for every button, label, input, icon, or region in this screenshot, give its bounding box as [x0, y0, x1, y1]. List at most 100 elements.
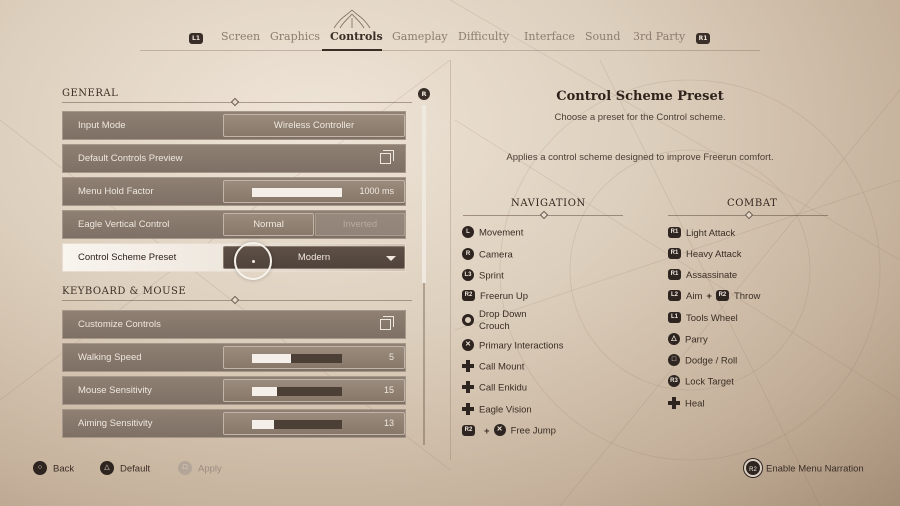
setting-row-input-mode[interactable]: Input Mode Wireless Controller: [62, 111, 406, 140]
binding-label: Light Attack: [686, 228, 736, 240]
tab-difficulty[interactable]: Difficulty: [458, 30, 509, 43]
binding-parry: △ Parry: [668, 333, 708, 347]
menu-hold-factor-slider[interactable]: 1000 ms: [223, 180, 405, 203]
binding-eagle-vision: Eagle Vision: [462, 403, 532, 417]
r1-bumper-icon: R1: [668, 248, 681, 259]
ornament-emblem-icon: [333, 9, 371, 29]
slider-fill: [252, 387, 278, 396]
navigation-header: NAVIGATION: [511, 198, 586, 209]
binding-label: Eagle Vision: [479, 404, 532, 416]
setting-row-mouse-sensitivity[interactable]: Mouse Sensitivity 15: [62, 376, 406, 405]
diamond-ornament-icon: [230, 295, 240, 305]
apply-button[interactable]: □ Apply: [178, 461, 222, 476]
binding-tools-wheel: L1 Tools Wheel: [668, 312, 738, 325]
binding-heal: Heal: [668, 397, 705, 411]
plus-icon: +: [706, 291, 712, 303]
binding-drop-down-crouch: Drop Down Crouch: [462, 309, 527, 333]
binding-light-attack: R1 Light Attack: [668, 227, 736, 240]
setting-label: Menu Hold Factor: [78, 186, 154, 197]
aiming-sensitivity-value: 13: [383, 418, 394, 428]
dpad-icon: [462, 403, 474, 415]
eagle-vertical-inverted-option[interactable]: Inverted: [315, 213, 405, 236]
detail-title: Control Scheme Preset: [556, 89, 724, 104]
r3-button-icon: R3: [668, 375, 680, 387]
binding-label: Free Jump: [510, 425, 556, 437]
walking-speed-slider[interactable]: 5: [223, 346, 405, 369]
menu-hold-factor-value: 1000 ms: [359, 186, 394, 196]
tab-gameplay[interactable]: Gameplay: [392, 30, 448, 43]
setting-label: Customize Controls: [78, 319, 161, 330]
binding-assassinate: R1 Assassinate: [668, 269, 738, 282]
cursor-ring-icon: [234, 242, 272, 280]
default-button[interactable]: △ Default: [100, 461, 151, 476]
plus-icon: +: [484, 425, 490, 437]
tab-screen[interactable]: Screen: [221, 30, 260, 43]
r2-trigger-icon: R2: [746, 461, 760, 475]
section-header-general: GENERAL: [62, 88, 119, 99]
binding-lock-target: R3 Lock Target: [668, 375, 734, 389]
aiming-sensitivity-slider[interactable]: 13: [223, 412, 405, 435]
binding-label: Assassinate: [686, 270, 738, 282]
cross-button-icon: ✕: [462, 339, 474, 351]
square-button-icon: □: [668, 354, 680, 366]
input-mode-value: Wireless Controller: [273, 120, 355, 131]
open-window-icon: [380, 150, 394, 164]
setting-label: Walking Speed: [78, 352, 142, 363]
r1-bumper-icon: R1: [668, 269, 681, 280]
tab-graphics[interactable]: Graphics: [270, 30, 320, 43]
mouse-sensitivity-slider[interactable]: 15: [223, 379, 405, 402]
active-tab-indicator: [322, 49, 382, 51]
r1-bumper-icon[interactable]: R1: [696, 33, 710, 44]
slider-track[interactable]: [252, 387, 342, 396]
mouse-sensitivity-value: 15: [383, 385, 394, 395]
r2-trigger-icon: R2: [462, 424, 475, 436]
diamond-ornament-icon: [230, 97, 240, 107]
setting-row-walking-speed[interactable]: Walking Speed 5: [62, 343, 406, 372]
tab-sound[interactable]: Sound: [585, 30, 620, 43]
dpad-icon: [462, 381, 474, 393]
binding-label: Lock Target: [685, 376, 734, 388]
setting-row-customize-controls[interactable]: Customize Controls: [62, 310, 406, 339]
binding-label: Heavy Attack: [686, 249, 742, 261]
setting-row-default-controls-preview[interactable]: Default Controls Preview: [62, 144, 406, 173]
l3-button-icon: L3: [462, 269, 474, 281]
setting-row-aiming-sensitivity[interactable]: Aiming Sensitivity 13: [62, 409, 406, 438]
binding-label: Dodge / Roll: [685, 355, 738, 367]
open-window-icon: [380, 316, 394, 330]
setting-label: Control Scheme Preset: [78, 252, 177, 263]
binding-label: Drop Down: [479, 309, 527, 320]
binding-label-group: Drop Down Crouch: [479, 309, 527, 333]
tab-controls[interactable]: Controls: [330, 30, 383, 43]
right-stick-icon: R: [462, 248, 474, 260]
back-button[interactable]: ○ Back: [33, 461, 75, 476]
setting-row-eagle-vertical-control[interactable]: Eagle Vertical Control Normal Inverted: [62, 210, 406, 239]
setting-label: Mouse Sensitivity: [78, 385, 152, 396]
binding-label: Freerun Up: [480, 291, 529, 303]
default-label: Default: [120, 463, 151, 475]
tab-interface[interactable]: Interface: [524, 30, 575, 43]
walking-speed-value: 5: [388, 352, 394, 362]
binding-movement: L Movement: [462, 226, 523, 240]
input-mode-selector[interactable]: Wireless Controller: [223, 114, 405, 137]
diamond-ornament-icon: [539, 210, 549, 220]
settings-tab-bar: Screen Graphics Controls Gameplay Diffic…: [0, 30, 900, 50]
slider-track[interactable]: [252, 188, 342, 197]
slider-track[interactable]: [252, 354, 342, 363]
tab-bar-rule: [140, 50, 760, 51]
back-label: Back: [53, 463, 75, 475]
setting-row-menu-hold-factor[interactable]: Menu Hold Factor 1000 ms: [62, 177, 406, 206]
circle-button-icon: ○: [33, 461, 47, 475]
binding-primary-interactions: ✕ Primary Interactions: [462, 339, 563, 353]
tab-3rd-party[interactable]: 3rd Party: [633, 30, 685, 43]
binding-label: Heal: [685, 398, 705, 410]
enable-menu-narration-button[interactable]: R2 Enable Menu Narration: [746, 461, 864, 476]
slider-track[interactable]: [252, 420, 342, 429]
cross-button-icon: ✕: [493, 424, 506, 436]
r1-bumper-icon: R1: [668, 227, 681, 238]
cursor-dot: [252, 260, 255, 263]
binding-label: Parry: [685, 334, 708, 346]
binding-sprint: L3 Sprint: [462, 269, 504, 283]
combat-header: COMBAT: [727, 198, 778, 209]
eagle-vertical-normal-option[interactable]: Normal: [223, 213, 314, 236]
scrollbar-thumb[interactable]: [422, 105, 426, 283]
